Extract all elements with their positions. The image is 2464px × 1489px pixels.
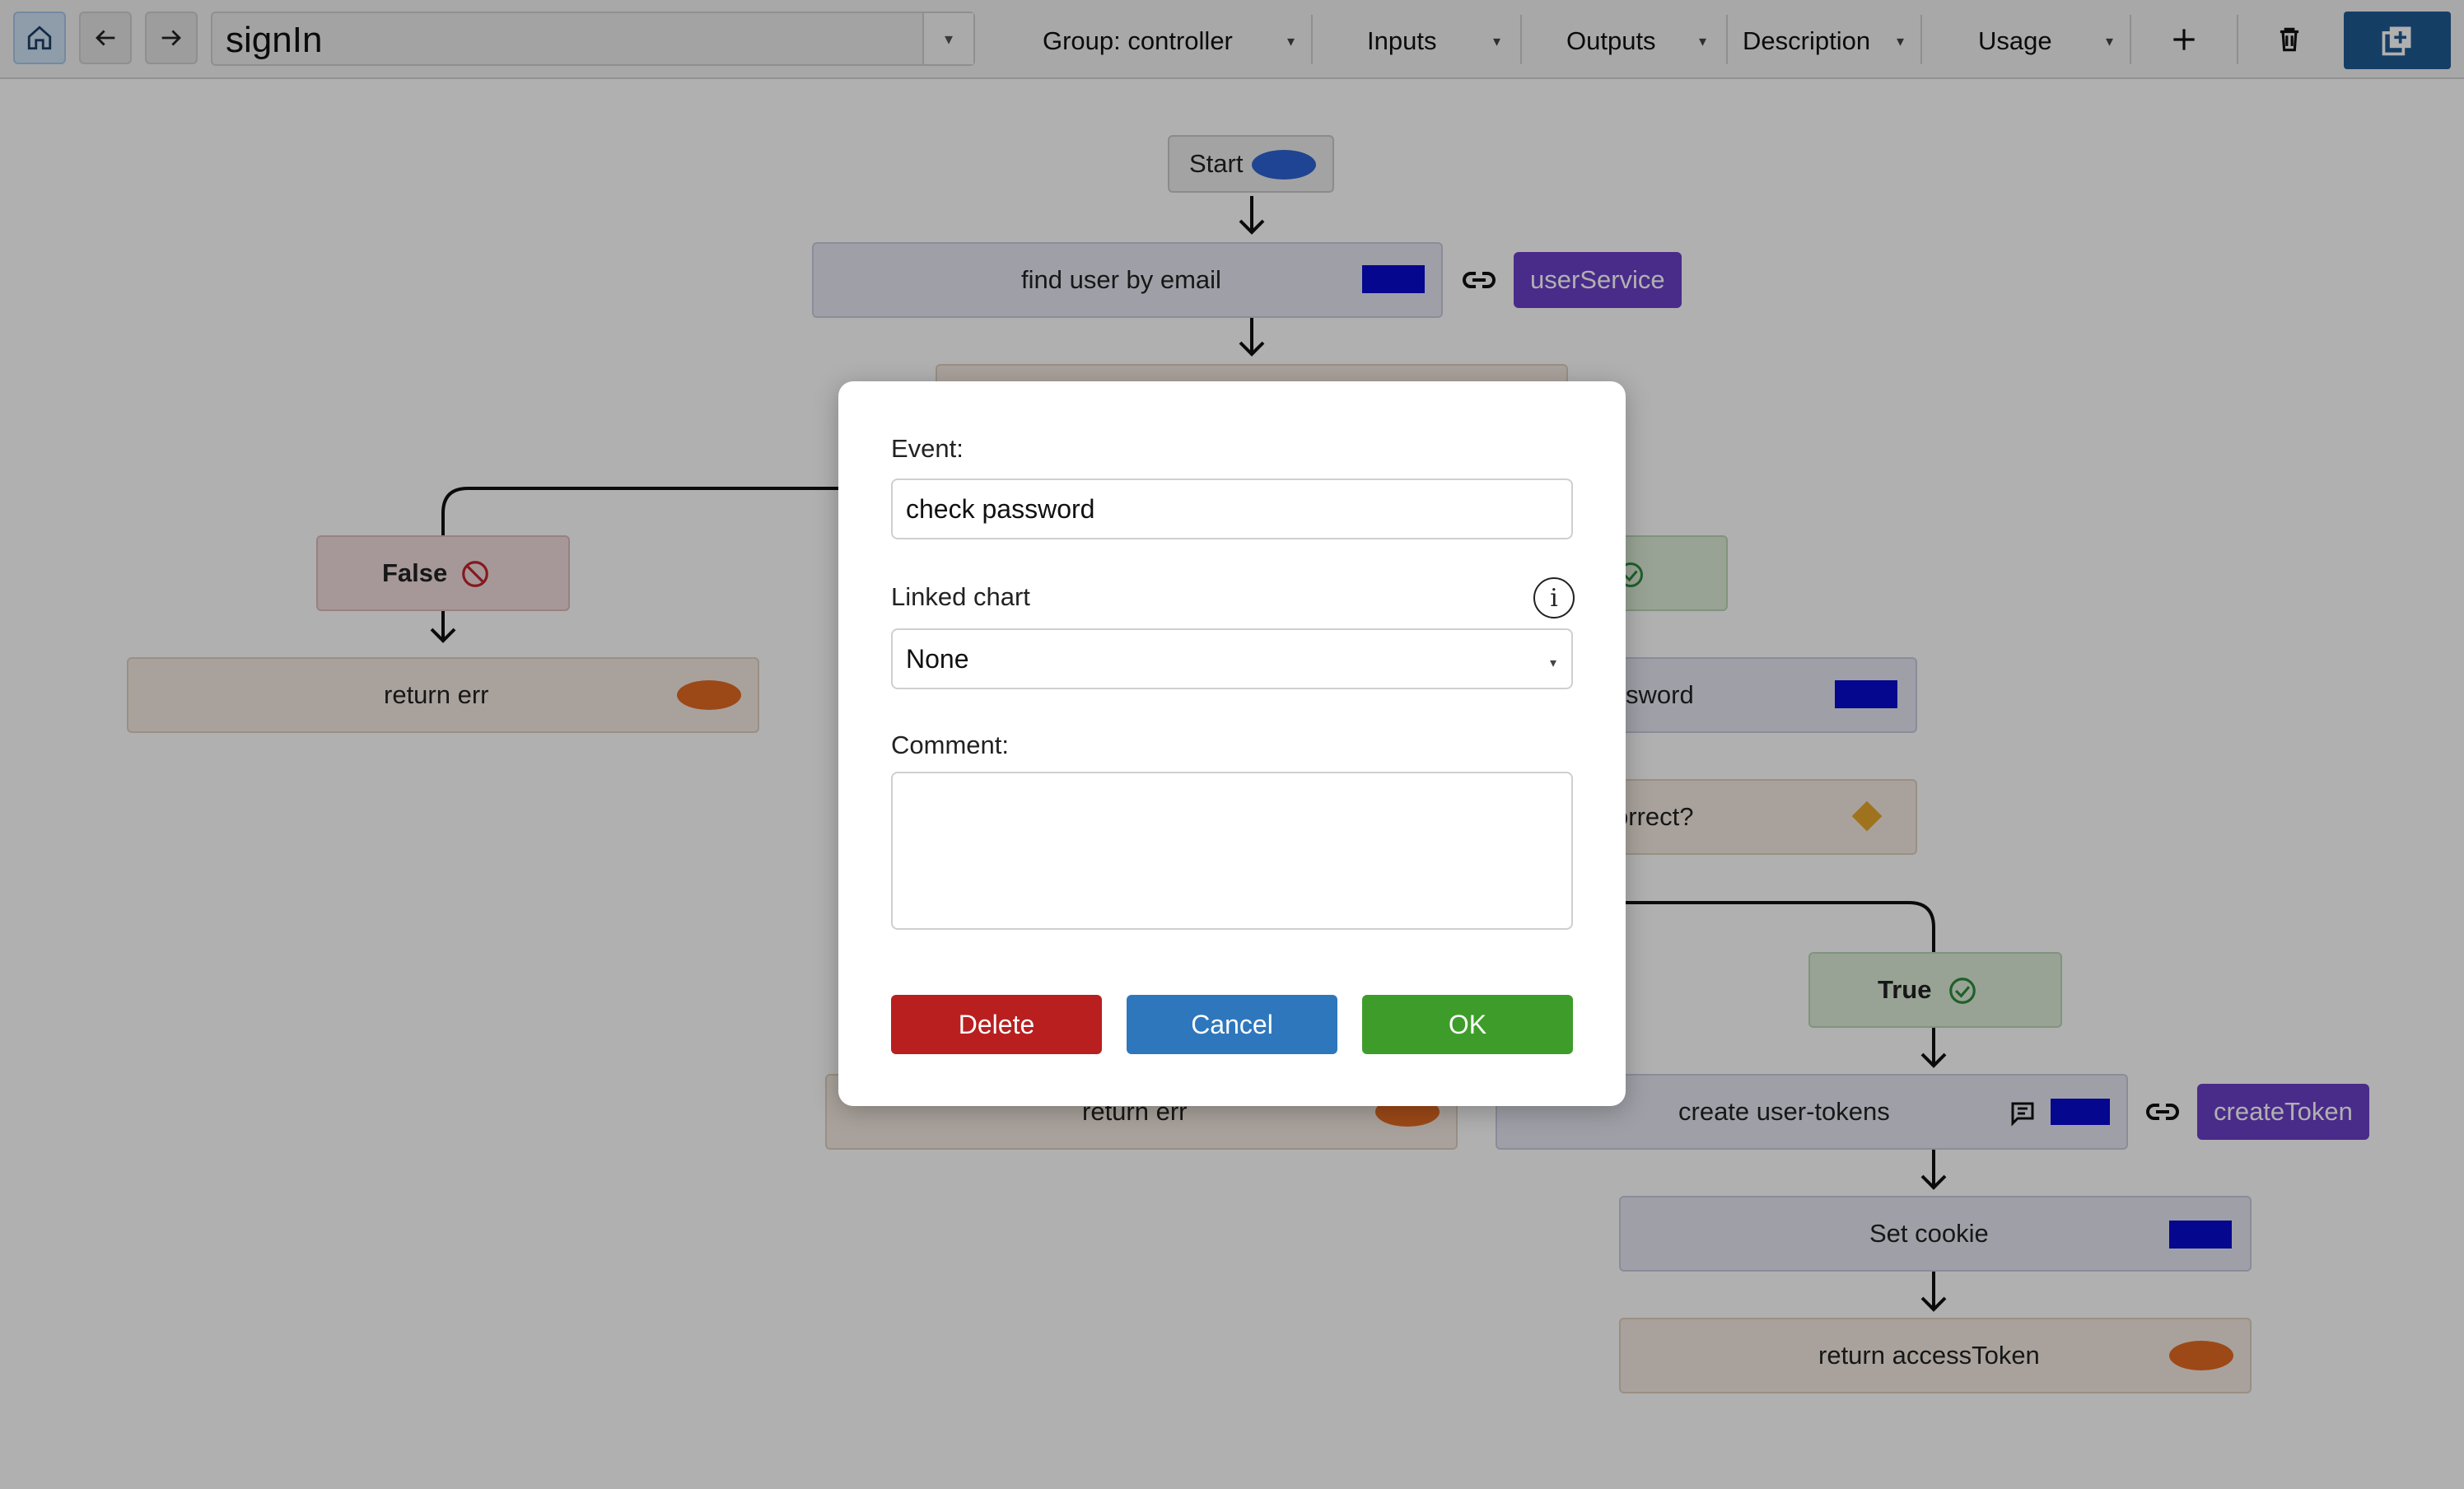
event-label: Event: (891, 434, 964, 463)
comment-label: Comment: (891, 730, 1009, 759)
cancel-button[interactable]: Cancel (1127, 995, 1337, 1054)
comment-textarea[interactable] (891, 772, 1573, 930)
chevron-down-icon: ▾ (1549, 656, 1556, 670)
linked-chart-selected-value: None (906, 643, 969, 674)
delete-button[interactable]: Delete (891, 995, 1102, 1054)
linked-chart-select[interactable]: None ▾ (891, 628, 1573, 689)
ok-button[interactable]: OK (1362, 995, 1573, 1054)
linked-chart-label: Linked chart (891, 582, 1030, 611)
edit-event-dialog: Event: check password Linked chart i Non… (838, 381, 1626, 1106)
info-icon[interactable]: i (1533, 577, 1575, 618)
event-input[interactable]: check password (891, 478, 1573, 539)
event-input-value: check password (906, 493, 1095, 524)
